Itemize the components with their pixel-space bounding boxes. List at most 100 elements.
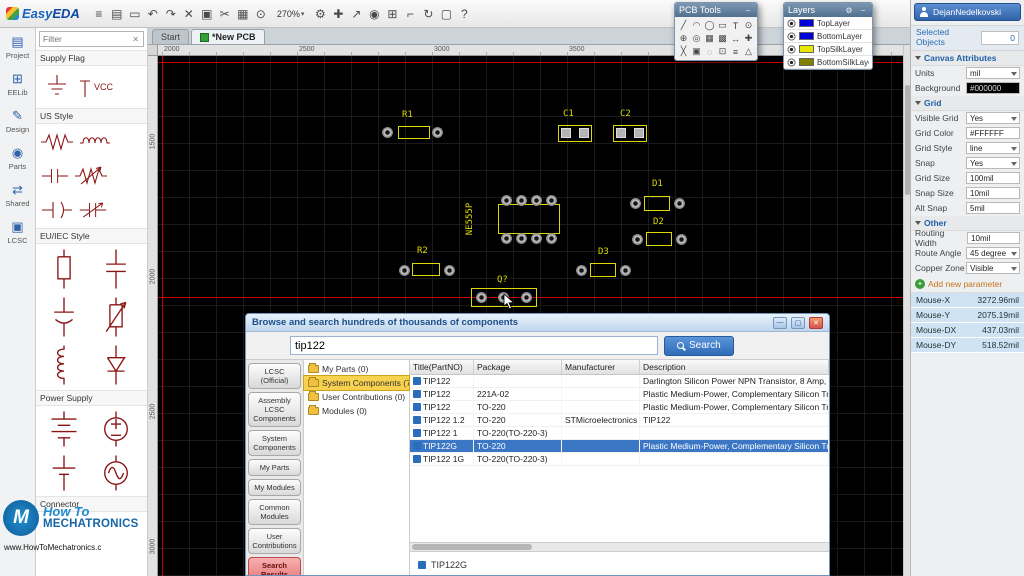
vcc-symbol[interactable]: VCC <box>76 67 115 107</box>
section-grid[interactable]: Grid <box>911 96 1024 111</box>
through-hole-pad[interactable] <box>521 292 532 303</box>
property-value[interactable]: 5mil <box>966 202 1020 214</box>
property-value[interactable]: Yes <box>966 157 1020 169</box>
undo-icon[interactable]: ↶ <box>144 7 162 21</box>
pcb-tools-header[interactable]: PCB Tools − <box>675 3 757 17</box>
dialog-side-tab[interactable]: User Contributions <box>248 528 301 554</box>
through-hole-pad[interactable] <box>630 198 641 209</box>
canvas-origin-icon[interactable]: ✚ <box>742 32 755 45</box>
property-value[interactable]: 45 degree <box>966 247 1020 259</box>
through-hole-pad[interactable] <box>546 195 557 206</box>
menu-icon[interactable]: ≡ <box>90 7 108 21</box>
footprint-ne555p[interactable] <box>498 204 560 234</box>
library-section-power-supply[interactable]: Power Supply <box>36 390 147 406</box>
dc-source-symbol[interactable] <box>90 407 142 451</box>
tree-item[interactable]: My Parts (0) <box>304 362 409 376</box>
table-row[interactable]: TIP122G TO-220 Plastic Medium-Power, Com… <box>410 440 829 453</box>
snapshot-icon[interactable]: ◉ <box>365 7 383 21</box>
sidebar-item-design[interactable]: ✎ Design <box>6 108 29 134</box>
footprint-d3[interactable] <box>590 263 616 277</box>
minimize-button[interactable]: — <box>773 317 787 329</box>
pad-icon[interactable]: ⊕ <box>677 32 690 45</box>
property-value[interactable]: 100mil <box>966 172 1020 184</box>
footprint-r2[interactable] <box>412 263 440 276</box>
property-value[interactable]: mil <box>966 67 1020 79</box>
protractor-icon[interactable]: ◌ <box>703 45 716 58</box>
visibility-eye-icon[interactable] <box>787 19 796 28</box>
close-icon[interactable]: ✕ <box>128 35 143 44</box>
easyeda-logo[interactable]: EasyEDA <box>6 6 80 21</box>
diode-symbol[interactable] <box>90 341 142 389</box>
through-hole-pad[interactable] <box>444 265 455 276</box>
slot-icon[interactable]: △ <box>742 45 755 58</box>
property-value[interactable]: line <box>966 142 1020 154</box>
group-icon[interactable]: ≡ <box>729 45 742 58</box>
table-row[interactable]: TIP122 1G TO-220(TO-220-3) <box>410 453 829 466</box>
layer-row[interactable]: TopSilkLayer <box>784 43 872 56</box>
measure-icon[interactable]: ⌐ <box>401 7 419 21</box>
circle-icon[interactable]: ◯ <box>703 19 716 32</box>
footprint-d2[interactable] <box>646 232 672 246</box>
sidebar-item-project[interactable]: ▤ Project <box>6 34 29 60</box>
library-section-supply-flag[interactable]: Supply Flag <box>36 50 147 66</box>
dialog-side-tab[interactable]: My Parts <box>248 459 301 476</box>
solid-region-icon[interactable]: ▩ <box>716 32 729 45</box>
canvas-vertical-scrollbar[interactable] <box>903 45 910 576</box>
capacitor-symbol[interactable] <box>38 159 72 193</box>
through-hole-pad[interactable] <box>516 233 527 244</box>
minimize-icon[interactable]: − <box>743 6 753 15</box>
cut-icon[interactable]: ✂ <box>216 7 234 21</box>
document-icon[interactable]: ▤ <box>108 7 126 21</box>
ground-symbol[interactable] <box>38 67 76 107</box>
through-hole-pad[interactable] <box>476 292 487 303</box>
variable-resistor-symbol[interactable] <box>72 159 110 193</box>
add-parameter-button[interactable]: + Add new parameter <box>911 276 1024 293</box>
test-point-icon[interactable]: ⊡ <box>716 45 729 58</box>
tree-item[interactable]: User Contributions (0) <box>304 390 409 404</box>
visibility-eye-icon[interactable] <box>787 32 796 41</box>
text-icon[interactable]: T <box>729 19 742 32</box>
tab-new-pcb[interactable]: *New PCB <box>191 29 265 44</box>
property-value[interactable]: #FFFFFF <box>966 127 1020 139</box>
tab-start[interactable]: Start <box>152 29 189 44</box>
ac-source-symbol[interactable] <box>90 451 142 495</box>
visibility-eye-icon[interactable] <box>787 45 796 54</box>
hole-icon[interactable]: ◎ <box>690 32 703 45</box>
grid-settings-icon[interactable]: ⊞ <box>383 7 401 21</box>
track-icon[interactable]: ╱ <box>677 19 690 32</box>
layer-color-swatch[interactable] <box>799 58 814 66</box>
tree-item[interactable]: System Components (7) <box>304 376 409 390</box>
section-canvas-attributes[interactable]: Canvas Attributes <box>911 51 1024 66</box>
variable-resistor-eu-symbol[interactable] <box>90 293 142 341</box>
through-hole-pad[interactable] <box>501 233 512 244</box>
image-icon[interactable]: ▣ <box>690 45 703 58</box>
settings-gear-icon[interactable]: ⚙ <box>311 7 329 21</box>
layer-row[interactable]: TopLayer <box>784 17 872 30</box>
through-hole-pad[interactable] <box>576 265 587 276</box>
smd-pad[interactable] <box>561 128 571 138</box>
search-button[interactable]: Search <box>664 336 734 356</box>
property-value[interactable]: Visible <box>966 262 1020 274</box>
table-row[interactable]: TIP122 1.2 TO-220 STMicroelectronics TIP… <box>410 414 829 427</box>
capacitor-eu-symbol[interactable] <box>90 245 142 293</box>
dimension-icon[interactable]: ↔ <box>729 32 742 45</box>
polarized-capacitor-symbol[interactable] <box>38 193 76 227</box>
help-icon[interactable]: ? <box>455 7 473 21</box>
layer-color-swatch[interactable] <box>799 19 814 27</box>
battery-symbol[interactable] <box>38 407 90 451</box>
through-hole-pad[interactable] <box>674 198 685 209</box>
share-icon[interactable]: ↗ <box>347 7 365 21</box>
property-value[interactable]: #000000 <box>966 82 1020 94</box>
through-hole-pad[interactable] <box>382 127 393 138</box>
through-hole-pad[interactable] <box>632 234 643 245</box>
dialog-side-tab[interactable]: My Modules <box>248 479 301 496</box>
footprint-d1[interactable] <box>644 196 670 211</box>
arc-icon[interactable]: ◠ <box>690 19 703 32</box>
property-value[interactable]: Yes <box>966 112 1020 124</box>
trimmer-capacitor-symbol[interactable] <box>76 193 110 227</box>
dialog-side-tab[interactable]: Assembly LCSC Components <box>248 392 301 427</box>
through-hole-pad[interactable] <box>531 233 542 244</box>
dialog-side-tab[interactable]: LCSC (Official) <box>248 363 301 389</box>
inductor-eu-symbol[interactable] <box>38 341 90 389</box>
layer-color-swatch[interactable] <box>799 32 814 40</box>
